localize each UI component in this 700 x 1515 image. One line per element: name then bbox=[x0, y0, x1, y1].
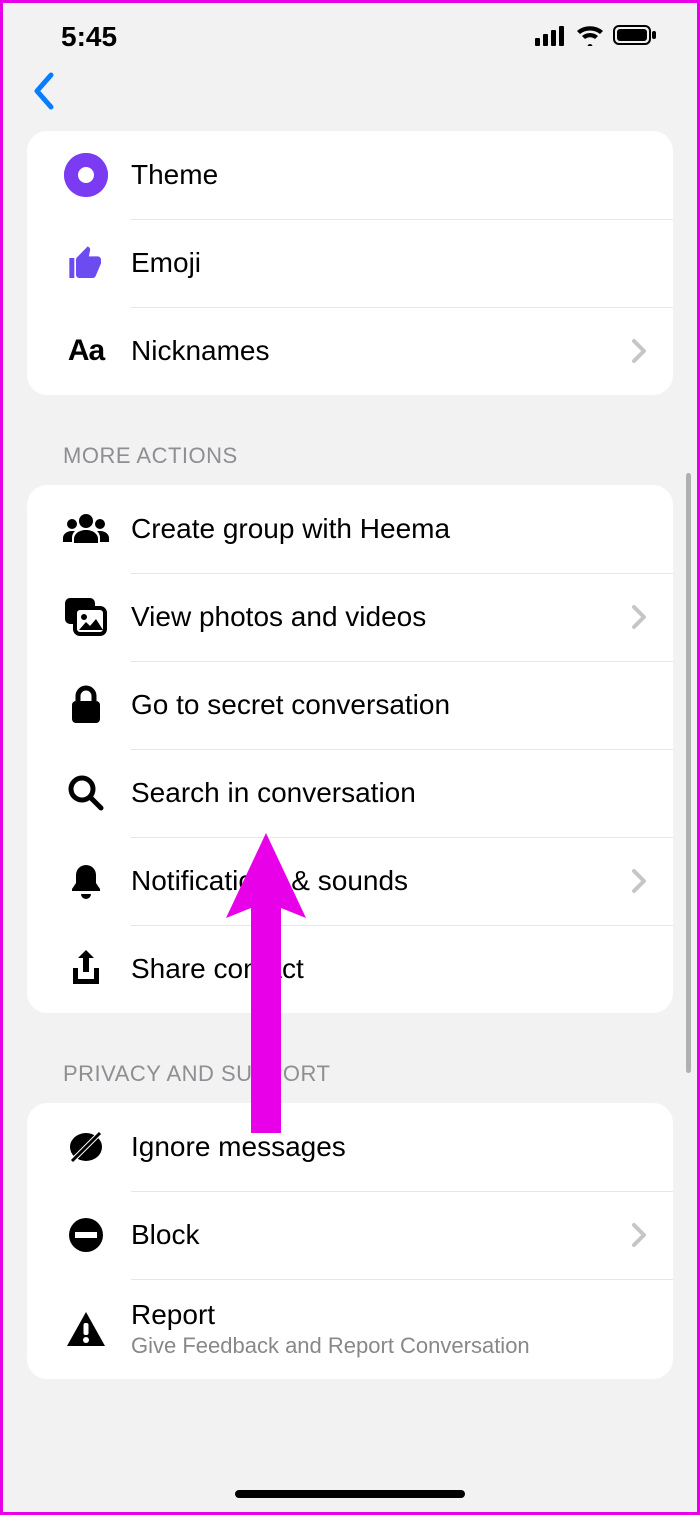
battery-icon bbox=[613, 21, 657, 53]
report-row[interactable]: Report Give Feedback and Report Conversa… bbox=[27, 1279, 673, 1379]
status-bar: 5:45 bbox=[3, 3, 697, 61]
theme-icon bbox=[41, 153, 131, 197]
secret-conversation-row[interactable]: Go to secret conversation bbox=[27, 661, 673, 749]
search-label: Search in conversation bbox=[131, 777, 653, 809]
theme-row[interactable]: Theme bbox=[27, 131, 673, 219]
emoji-label: Emoji bbox=[131, 247, 653, 279]
status-icons bbox=[535, 21, 657, 53]
privacy-card: Ignore messages Block Report Give Feedba… bbox=[27, 1103, 673, 1379]
chevron-right-icon bbox=[625, 1222, 653, 1248]
more-actions-card: Create group with Heema View photos and … bbox=[27, 485, 673, 1013]
lock-icon bbox=[41, 685, 131, 725]
block-icon bbox=[41, 1216, 131, 1254]
nicknames-label: Nicknames bbox=[131, 335, 625, 367]
share-label: Share contact bbox=[131, 953, 653, 985]
cellular-icon bbox=[535, 21, 567, 53]
more-actions-header: MORE ACTIONS bbox=[27, 395, 673, 485]
nicknames-row[interactable]: Aa Nicknames bbox=[27, 307, 673, 395]
report-label: Report bbox=[131, 1299, 653, 1331]
scrollbar-indicator bbox=[686, 473, 691, 1073]
share-icon bbox=[41, 948, 131, 990]
warning-icon bbox=[41, 1310, 131, 1348]
ignore-messages-row[interactable]: Ignore messages bbox=[27, 1103, 673, 1191]
home-indicator bbox=[235, 1490, 465, 1498]
customization-card: Theme Emoji Aa Nicknames bbox=[27, 131, 673, 395]
chevron-right-icon bbox=[625, 338, 653, 364]
search-icon bbox=[41, 774, 131, 812]
view-photos-row[interactable]: View photos and videos bbox=[27, 573, 673, 661]
wifi-icon bbox=[575, 21, 605, 53]
notifications-row[interactable]: Notifications & sounds bbox=[27, 837, 673, 925]
ignore-icon bbox=[41, 1127, 131, 1167]
nav-header bbox=[3, 61, 697, 131]
thumbs-up-icon bbox=[41, 243, 131, 283]
settings-content: Theme Emoji Aa Nicknames MORE ACTIONS Cr… bbox=[3, 131, 697, 1379]
create-group-row[interactable]: Create group with Heema bbox=[27, 485, 673, 573]
ignore-label: Ignore messages bbox=[131, 1131, 653, 1163]
privacy-support-header: PRIVACY AND SUPPORT bbox=[27, 1013, 673, 1103]
chevron-right-icon bbox=[625, 868, 653, 894]
bell-icon bbox=[41, 861, 131, 901]
report-subtitle: Give Feedback and Report Conversation bbox=[131, 1333, 653, 1359]
create-group-label: Create group with Heema bbox=[131, 513, 653, 545]
photos-icon bbox=[41, 598, 131, 636]
block-label: Block bbox=[131, 1219, 625, 1251]
emoji-row[interactable]: Emoji bbox=[27, 219, 673, 307]
group-icon bbox=[41, 512, 131, 546]
block-row[interactable]: Block bbox=[27, 1191, 673, 1279]
chevron-right-icon bbox=[625, 604, 653, 630]
view-photos-label: View photos and videos bbox=[131, 601, 625, 633]
share-contact-row[interactable]: Share contact bbox=[27, 925, 673, 1013]
search-conversation-row[interactable]: Search in conversation bbox=[27, 749, 673, 837]
secret-label: Go to secret conversation bbox=[131, 689, 653, 721]
text-aa-icon: Aa bbox=[41, 334, 131, 368]
back-button[interactable] bbox=[31, 71, 677, 111]
theme-label: Theme bbox=[131, 159, 653, 191]
notifications-label: Notifications & sounds bbox=[131, 865, 625, 897]
status-time: 5:45 bbox=[61, 21, 117, 53]
